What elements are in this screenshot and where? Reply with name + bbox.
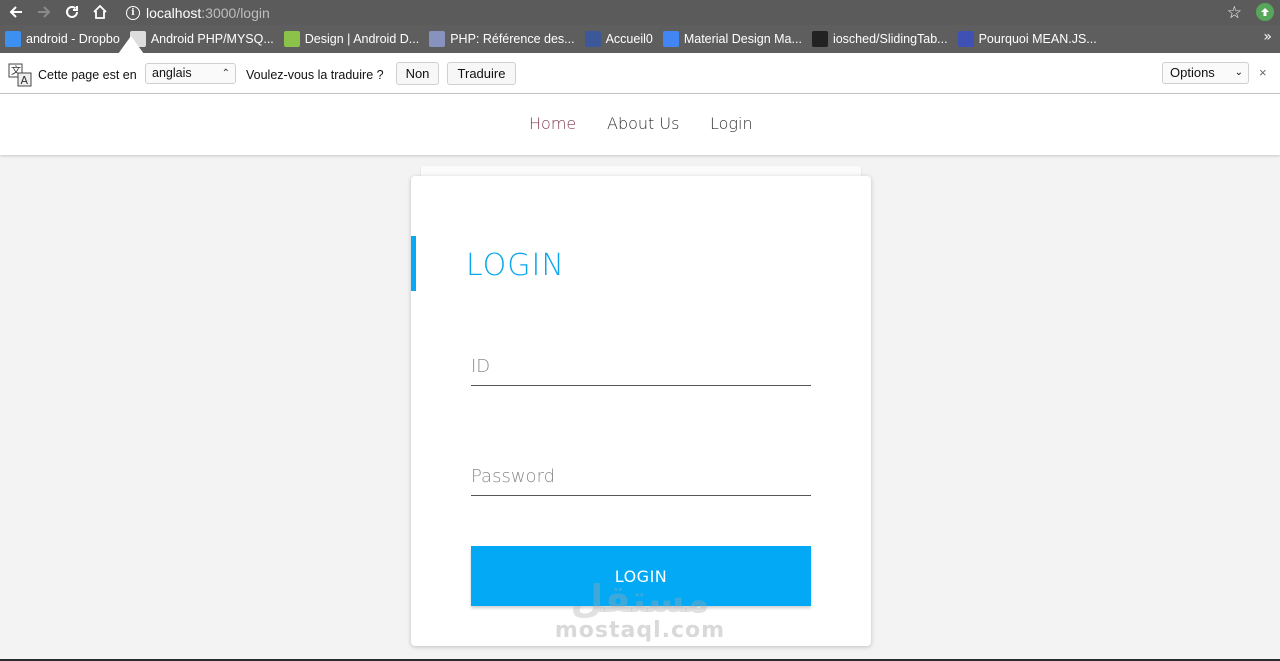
dropbox-icon xyxy=(5,31,21,47)
android-icon xyxy=(283,31,300,47)
bookmark-item[interactable]: Android PHP/MYSQ... xyxy=(125,25,279,53)
site-navbar: Home About Us Login xyxy=(0,94,1280,155)
nav-login-link[interactable]: Login xyxy=(710,114,753,133)
bookmarks-bar: android - Dropbo Android PHP/MYSQ... Desig… xyxy=(0,25,1280,53)
browser-toolbar: i localhost:3000/login ☆ xyxy=(0,0,1280,25)
meanjs-icon xyxy=(957,31,974,47)
language-select[interactable]: anglais ⌃ xyxy=(145,63,236,84)
bookmark-label: Pourquoi MEAN.JS... xyxy=(978,32,1097,46)
translate-icon: 文 A xyxy=(8,63,32,87)
translate-bubble-notch xyxy=(118,36,144,54)
translate-question: Voulez-vous la traduire ? xyxy=(246,68,384,82)
id-input[interactable] xyxy=(471,356,811,377)
php-icon xyxy=(429,31,446,47)
extension-icon[interactable] xyxy=(1256,3,1274,21)
info-icon[interactable]: i xyxy=(126,5,140,20)
close-icon[interactable]: × xyxy=(1259,65,1267,80)
url-path: :3000/login xyxy=(201,4,270,21)
address-bar[interactable]: i localhost:3000/login xyxy=(118,0,1250,25)
material-icon xyxy=(662,31,679,47)
bookmark-star-icon[interactable]: ☆ xyxy=(1227,3,1242,23)
nav-about-link[interactable]: About Us xyxy=(607,114,679,133)
options-label: Options xyxy=(1170,65,1215,80)
bookmark-label: Accueil0 xyxy=(605,32,653,46)
chevron-down-icon: ⌄ xyxy=(1234,67,1243,78)
login-card: LOGIN LOGIN xyxy=(411,176,871,646)
title-accent-bar xyxy=(411,236,416,291)
bookmark-item[interactable]: Material Design Ma... xyxy=(658,25,807,53)
url-host: localhost xyxy=(146,4,202,21)
facebook-icon xyxy=(584,31,601,47)
translate-prefix: Cette page est en xyxy=(38,68,137,82)
bookmark-item[interactable]: Design | Android D... xyxy=(279,25,424,53)
bookmark-label: iosched/SlidingTab... xyxy=(832,32,948,46)
forward-icon[interactable] xyxy=(33,2,55,22)
back-icon[interactable] xyxy=(5,2,27,22)
bookmark-label: PHP: Référence des... xyxy=(450,32,575,46)
svg-text:A: A xyxy=(21,74,29,87)
bookmark-label: Android PHP/MYSQ... xyxy=(150,32,274,46)
bookmark-label: android - Dropbo xyxy=(26,32,120,46)
github-icon xyxy=(811,31,828,47)
bookmark-item[interactable]: Pourquoi MEAN.JS... xyxy=(953,25,1102,53)
login-title: LOGIN xyxy=(466,248,565,283)
url-text[interactable]: localhost:3000/login xyxy=(146,5,270,21)
bookmark-label: Material Design Ma... xyxy=(683,32,802,46)
id-field xyxy=(471,336,811,386)
home-icon[interactable] xyxy=(89,2,111,22)
bookmark-item[interactable]: android - Dropbo xyxy=(0,25,125,53)
options-select[interactable]: Options ⌄ xyxy=(1162,62,1249,84)
bookmark-label: Design | Android D... xyxy=(304,32,420,46)
reload-icon[interactable] xyxy=(61,2,83,22)
select-caret-icon: ⌃ xyxy=(221,68,230,79)
translate-bar: 文 A Cette page est en anglais ⌃ Voulez-v… xyxy=(0,53,1280,94)
bookmark-item[interactable]: iosched/SlidingTab... xyxy=(807,25,953,53)
bookmark-item[interactable]: PHP: Référence des... xyxy=(424,25,579,53)
language-select-value: anglais xyxy=(152,66,192,80)
bookmarks-overflow-icon[interactable]: » xyxy=(1263,29,1272,45)
login-button[interactable]: LOGIN xyxy=(471,546,811,606)
bookmark-item[interactable]: Accueil0 xyxy=(580,25,658,53)
nav-home-link[interactable]: Home xyxy=(529,114,576,133)
password-field xyxy=(471,446,811,496)
no-button[interactable]: Non xyxy=(396,62,439,85)
password-input[interactable] xyxy=(471,466,811,487)
translate-button[interactable]: Traduire xyxy=(447,62,516,85)
